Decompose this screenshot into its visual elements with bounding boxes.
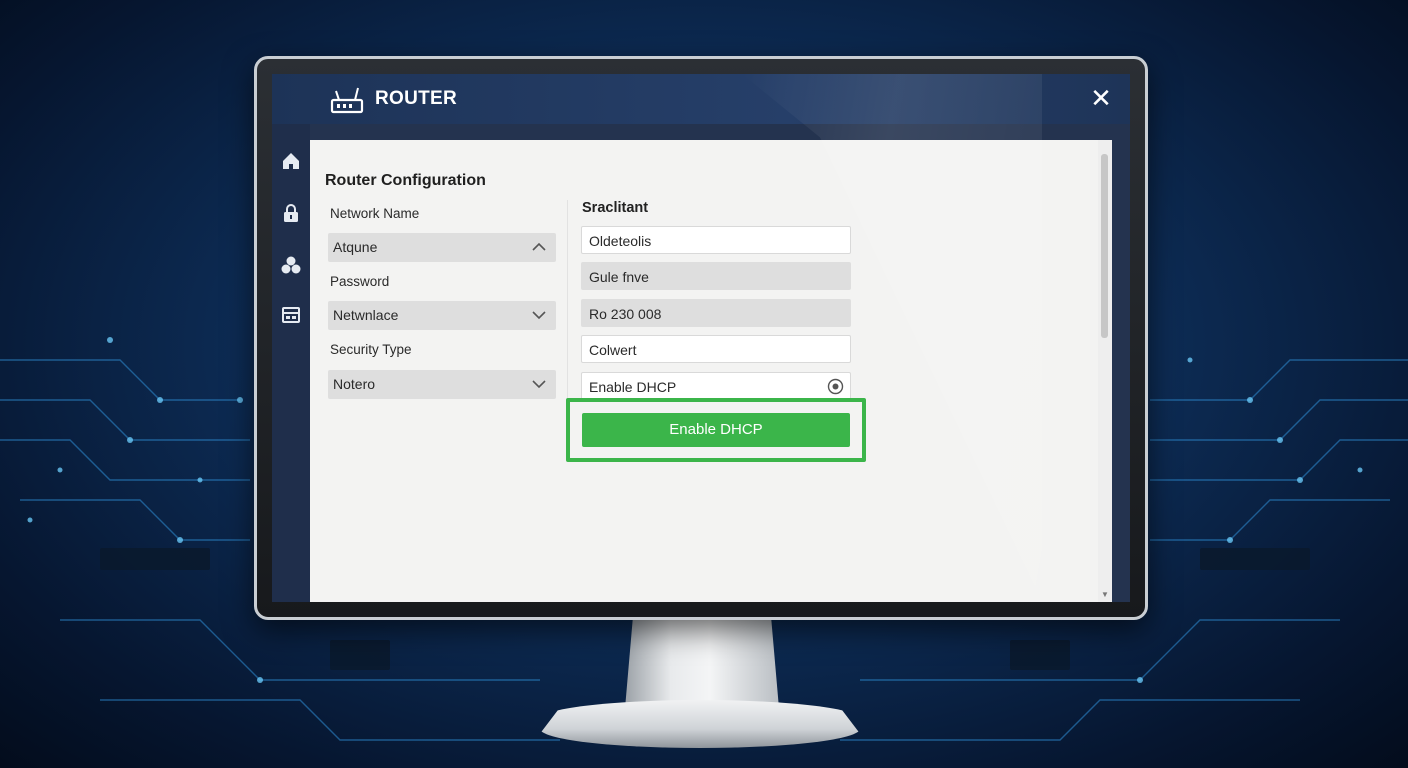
text-field-1[interactable]: Oldeteolis [581,226,851,254]
enable-dhcp-button[interactable]: Enable DHCP [582,413,850,447]
password-value: Netwnlace [333,307,399,323]
scrollbar-thumb[interactable] [1101,154,1108,338]
security-type-select[interactable]: Notero [328,370,556,399]
radio-icon[interactable] [827,378,844,395]
app-window: ROUTER ✕ Router Configuration Network Na… [272,74,1130,602]
dhcp-option-field[interactable]: Enable DHCP [581,372,851,400]
password-select[interactable]: Netwnlace [328,301,556,330]
password-label: Password [330,274,390,289]
monitor-base [540,700,860,748]
config-panel: Router Configuration Network Name Atqune… [310,140,1112,602]
network-panel-icon[interactable] [280,304,302,326]
dhcp-option-label: Enable DHCP [589,379,677,395]
devices-icon[interactable] [280,254,302,276]
sidebar [272,124,310,602]
text-field-3[interactable]: Ro 230 008 [581,299,851,327]
home-icon[interactable] [280,150,302,172]
network-name-label: Network Name [330,206,420,221]
security-type-value: Notero [333,376,376,392]
title-bar: ROUTER ✕ [272,74,1130,124]
lock-icon[interactable] [280,202,302,224]
chevron-down-icon [532,311,546,320]
chevron-up-icon [532,242,546,251]
network-name-value: Atqune [333,239,378,255]
right-column-title: Sraclitant [582,200,649,216]
app-title: ROUTER [375,88,458,109]
network-name-select[interactable]: Atqune [328,233,556,262]
security-type-label: Security Type [330,342,412,357]
chevron-down-icon [532,380,546,389]
close-button[interactable]: ✕ [1084,85,1118,112]
router-icon [330,87,364,114]
text-field-2[interactable]: Gule fnve [581,262,851,290]
text-field-4[interactable]: Colwert [581,335,851,363]
scrollbar[interactable]: ▼ [1098,140,1112,602]
page-title: Router Configuration [325,172,486,189]
scroll-down-icon[interactable]: ▼ [1101,590,1109,599]
column-divider [567,200,568,400]
